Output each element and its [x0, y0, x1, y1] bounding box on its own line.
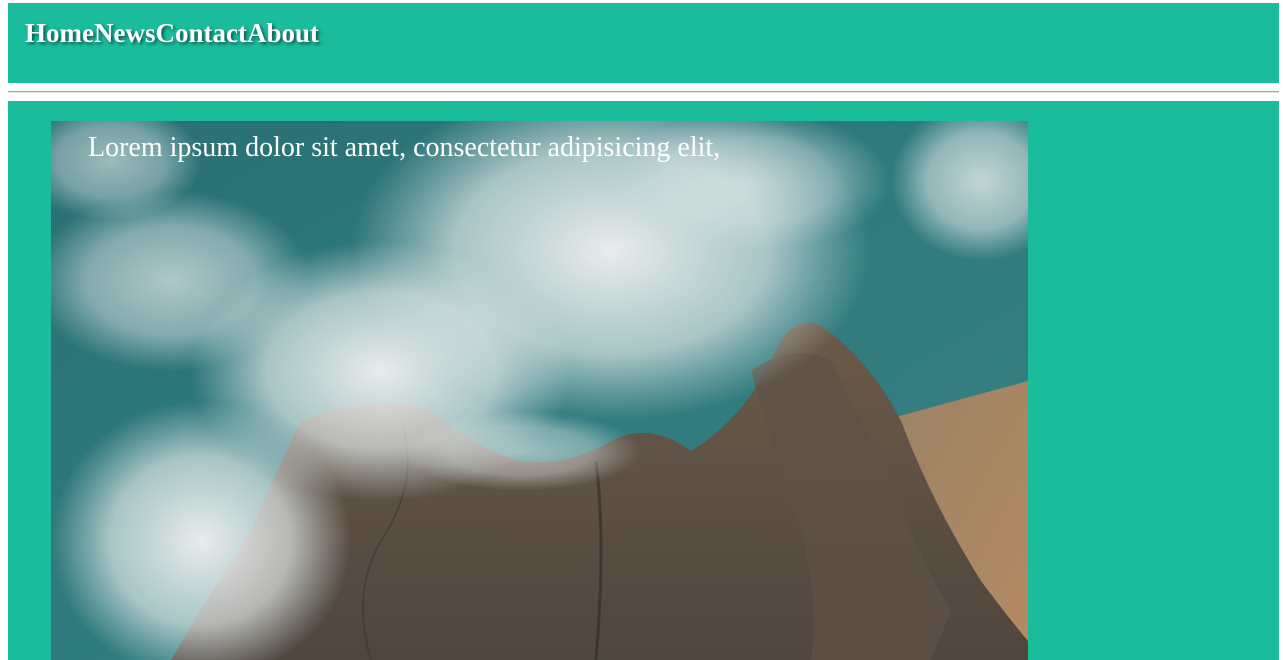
- nav-item-home: Home: [25, 17, 94, 49]
- nav-link-news[interactable]: News: [94, 17, 156, 49]
- page: Home News Contact About Lorem ipsum dolo…: [0, 0, 1283, 660]
- nav-link-contact[interactable]: Contact: [155, 17, 246, 49]
- ocean-rocks-illustration: [51, 121, 1028, 660]
- nav-item-contact: Contact: [155, 17, 246, 49]
- nav-menu: Home News Contact About: [25, 17, 319, 49]
- horizontal-rule: [8, 91, 1279, 93]
- nav-item-news: News: [94, 17, 156, 49]
- top-navbar: Home News Contact About: [8, 3, 1279, 83]
- nav-link-home[interactable]: Home: [25, 17, 94, 49]
- main-content: Lorem ipsum dolor sit amet, consectetur …: [8, 101, 1279, 660]
- hero-image: Lorem ipsum dolor sit amet, consectetur …: [51, 121, 1028, 660]
- hero-caption: Lorem ipsum dolor sit amet, consectetur …: [88, 132, 721, 163]
- nav-item-about: About: [247, 17, 319, 49]
- nav-link-about[interactable]: About: [247, 17, 319, 49]
